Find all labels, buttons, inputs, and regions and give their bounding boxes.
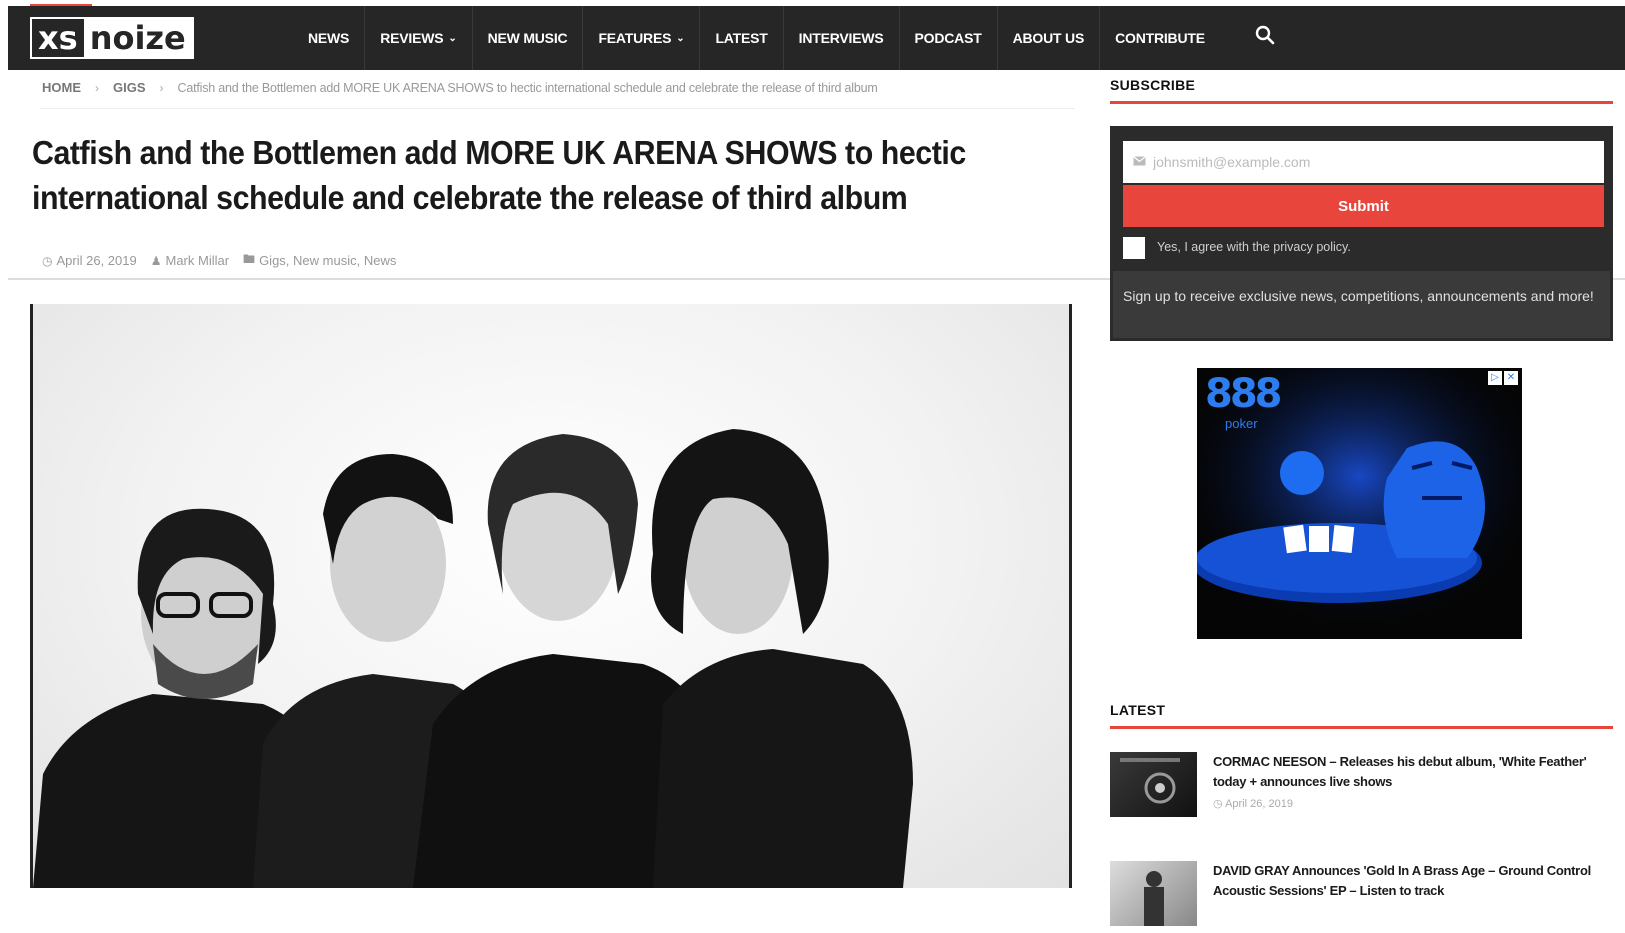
envelope-icon [1133,156,1146,166]
article-meta: ◷ April 26, 2019 ♟ Mark Millar 🖿 Gigs, N… [42,250,396,271]
logo-text-right: noize [83,19,192,57]
chevron-down-icon: ⌄ [676,32,685,44]
category-link-news[interactable]: News [364,253,397,268]
nav-item-interviews[interactable]: INTERVIEWS [784,6,900,70]
nav-item-about-us[interactable]: ABOUT US [998,6,1101,70]
nav-label: FEATURES [598,30,672,46]
ad-controls: ▷ ✕ [1488,371,1518,385]
ad-brand-logo: 888 [1205,371,1282,417]
privacy-label: Yes, I agree with the privacy policy. [1157,240,1351,254]
nav-label: REVIEWS [380,30,444,46]
nav-label: INTERVIEWS [798,30,884,46]
latest-item[interactable]: CORMAC NEESON – Releases his debut album… [1110,752,1615,824]
subscribe-heading-underline [1110,101,1613,104]
nav-label: LATEST [715,30,768,46]
latest-heading-underline [1110,726,1613,729]
logo-text-left: xs [32,19,84,57]
clock-icon: ◷ [1213,798,1226,810]
category-link-gigs[interactable]: Gigs [259,253,286,268]
latest-thumbnail [1110,861,1197,926]
category-separator: , [356,253,364,268]
nav-item-new-music[interactable]: NEW MUSIC [473,6,584,70]
chevron-down-icon: ⌄ [448,32,457,44]
chevron-right-icon: › [159,80,164,95]
nav-label: ABOUT US [1012,30,1085,46]
folder-icon: 🖿 [243,252,256,266]
category-separator: , [285,253,294,268]
nav-item-features[interactable]: FEATURES ⌄ [583,6,701,70]
nav-item-reviews[interactable]: REVIEWS ⌄ [365,6,473,70]
advertisement-banner[interactable]: 888 poker ▷ ✕ [1197,368,1522,639]
band-photo [33,429,913,888]
nav-item-latest[interactable]: LATEST [700,6,784,70]
breadcrumb-current: Catfish and the Bottlemen add MORE UK AR… [177,80,878,95]
nav-item-news[interactable]: NEWS [293,6,366,70]
latest-item-title[interactable]: CORMAC NEESON – Releases his debut album… [1213,752,1613,792]
latest-item-title[interactable]: DAVID GRAY Announces 'Gold In A Brass Ag… [1213,861,1613,901]
nav-item-podcast[interactable]: PODCAST [900,6,998,70]
category-link-new-music[interactable]: New music [293,253,357,268]
privacy-checkbox[interactable] [1123,237,1145,259]
user-icon: ♟ [150,253,162,268]
ad-brand-sub: poker [1225,416,1258,431]
latest-item[interactable]: DAVID GRAY Announces 'Gold In A Brass Ag… [1110,861,1615,933]
site-logo[interactable]: xs noize [30,17,194,59]
nav-label: PODCAST [914,30,982,46]
email-field[interactable] [1123,141,1604,183]
clock-icon: ◷ [42,253,53,268]
nav-item-contribute[interactable]: CONTRIBUTE [1100,6,1220,70]
breadcrumb-home[interactable]: HOME [42,80,81,95]
submit-button[interactable]: Submit [1123,185,1604,227]
breadcrumb-gigs[interactable]: GIGS [113,80,146,95]
ad-info-icon[interactable]: ▷ [1488,371,1502,385]
latest-item-date-text: April 26, 2019 [1225,798,1293,810]
nav-label: NEWS [308,30,350,46]
search-icon[interactable] [1254,24,1280,50]
article-title: Catfish and the Bottlemen add MORE UK AR… [32,134,966,216]
subscribe-description: Sign up to receive exclusive news, compe… [1113,271,1610,338]
chevron-right-icon: › [95,80,99,95]
article-hero-image [30,304,1072,888]
nav-label: NEW MUSIC [487,30,568,46]
breadcrumb-divider [40,108,1075,109]
close-icon[interactable]: ✕ [1504,371,1518,385]
subscribe-form: Submit Yes, I agree with the privacy pol… [1110,126,1613,341]
latest-heading: LATEST [1110,702,1166,718]
subscribe-heading: SUBSCRIBE [1110,77,1196,93]
nav-label: CONTRIBUTE [1115,30,1205,46]
main-nav: NEWS REVIEWS ⌄ NEW MUSIC FEATURES ⌄ LATEST… [293,6,1220,70]
latest-item-date: ◷ April 26, 2019 [1213,797,1293,810]
main-navbar: xs noize NEWS REVIEWS ⌄ NEW MUSIC FEATURE… [8,6,1625,70]
article-date: April 26, 2019 [56,253,137,268]
latest-thumbnail [1110,752,1197,817]
breadcrumb: HOME › GIGS › Catfish and the Bottlemen … [42,80,1077,95]
article-author-link[interactable]: Mark Millar [165,253,229,268]
